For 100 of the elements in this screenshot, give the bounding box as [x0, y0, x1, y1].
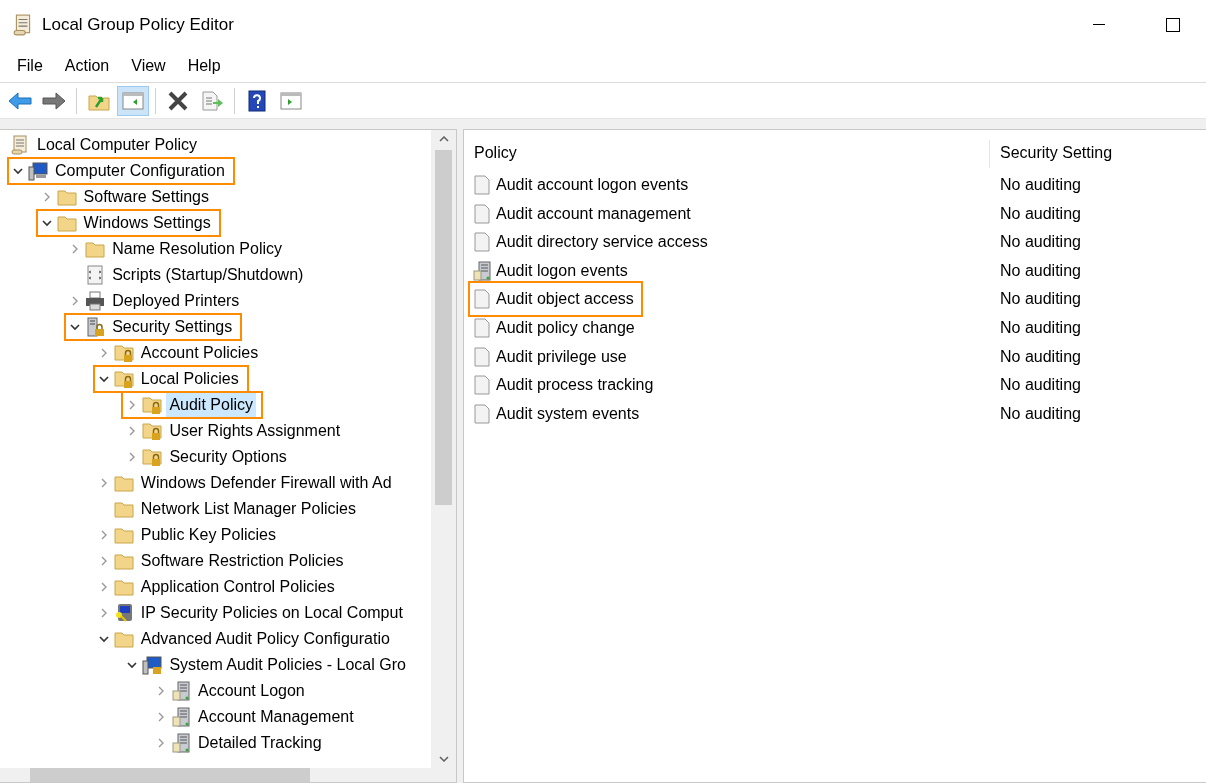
policy-name[interactable]: Audit system events — [496, 404, 640, 423]
collapse-chevron-icon[interactable] — [41, 219, 52, 227]
security-setting: No auditing — [999, 404, 1082, 423]
back-arrow-icon — [8, 90, 32, 111]
binary-document-icon — [472, 232, 492, 253]
maximize-icon[interactable] — [1166, 18, 1180, 32]
menu-item[interactable]: File — [6, 57, 54, 75]
security-setting: No auditing — [999, 290, 1082, 309]
help-icon — [247, 89, 267, 112]
security-server-icon — [85, 317, 106, 337]
expand-chevron-icon[interactable] — [100, 582, 107, 592]
security-setting: No auditing — [999, 347, 1082, 366]
expand-chevron-icon[interactable] — [72, 296, 79, 306]
expand-chevron-icon[interactable] — [129, 400, 136, 410]
expand-chevron-icon[interactable] — [158, 712, 164, 722]
tree-item[interactable]: Software Settings — [80, 185, 212, 209]
tree-item[interactable]: Name Resolution Policy — [109, 237, 286, 261]
expand-chevron-icon[interactable] — [100, 530, 107, 540]
forward-arrow-icon — [42, 90, 66, 111]
security-setting: No auditing — [999, 376, 1082, 395]
tree-item[interactable]: System Audit Policies - Local Gro — [166, 653, 409, 677]
server-icon — [171, 681, 191, 701]
folder-icon — [113, 525, 134, 545]
tree-item[interactable]: Deployed Printers — [109, 289, 243, 313]
tree-item[interactable]: Windows Settings — [80, 211, 214, 235]
policy-name[interactable]: Audit process tracking — [496, 376, 654, 395]
locked-folder-icon — [113, 343, 134, 363]
expand-chevron-icon[interactable] — [100, 556, 107, 566]
menu-item[interactable]: Action — [53, 57, 121, 75]
folder-icon — [85, 239, 106, 259]
show-tree-button[interactable] — [117, 85, 149, 116]
collapse-chevron-icon[interactable] — [13, 167, 23, 175]
folder-icon — [113, 473, 134, 493]
folder-icon — [113, 577, 134, 597]
policy-name[interactable]: Audit directory service access — [496, 233, 708, 252]
printer-icon — [85, 291, 106, 311]
show-tree-icon — [122, 90, 144, 111]
show-pane-icon — [280, 90, 302, 111]
computer-lock-icon — [142, 655, 163, 675]
folder-icon — [113, 499, 134, 519]
tree-item[interactable]: Account Policies — [137, 341, 262, 365]
collapse-chevron-icon[interactable] — [127, 661, 138, 669]
collapse-chevron-icon[interactable] — [70, 323, 81, 331]
menu-item[interactable]: View — [120, 57, 177, 75]
folder-icon — [56, 213, 77, 233]
collapse-chevron-icon[interactable] — [98, 635, 109, 643]
scroll-icon — [10, 135, 30, 155]
expand-chevron-icon[interactable] — [100, 478, 107, 488]
tree-item[interactable]: Network List Manager Policies — [137, 497, 359, 521]
tree-item[interactable]: Local Policies — [137, 367, 242, 391]
computer-key-icon — [113, 603, 134, 623]
tree-item[interactable]: Windows Defender Firewall with Ad — [137, 471, 395, 495]
binary-document-icon — [472, 375, 492, 396]
scroll-up-icon[interactable] — [438, 136, 449, 142]
tree-item[interactable]: IP Security Policies on Local Comput — [137, 601, 406, 625]
policy-name[interactable]: Audit account logon events — [496, 176, 689, 194]
tree-item[interactable]: Detailed Tracking — [195, 731, 325, 755]
policy-name[interactable]: Audit account management — [496, 204, 691, 223]
tree-item[interactable]: Audit Policy — [166, 393, 256, 417]
locked-folder-icon — [142, 421, 163, 441]
policy-name[interactable]: Audit logon events — [496, 261, 628, 280]
tree-item[interactable]: Account Management — [195, 705, 357, 729]
scroll-down-icon[interactable] — [438, 756, 449, 762]
expand-chevron-icon[interactable] — [43, 192, 50, 202]
expand-chevron-icon[interactable] — [100, 348, 107, 358]
tree-item[interactable]: Local Computer Policy — [34, 133, 201, 157]
tree-item[interactable]: Public Key Policies — [137, 523, 279, 547]
collapse-chevron-icon[interactable] — [98, 375, 109, 383]
security-setting: No auditing — [999, 261, 1082, 280]
scrollbar-thumb[interactable] — [435, 150, 452, 505]
expand-chevron-icon[interactable] — [129, 426, 136, 436]
security-setting: No auditing — [999, 204, 1082, 223]
tree-item[interactable]: Computer Configuration — [52, 159, 228, 183]
export-list-icon — [201, 90, 223, 111]
tree-item[interactable]: Account Logon — [195, 679, 308, 703]
column-header[interactable]: Security Setting — [989, 140, 1206, 168]
tree-item[interactable]: Security Options — [166, 445, 290, 469]
security-setting: No auditing — [999, 318, 1082, 337]
scrollbar-thumb[interactable] — [30, 768, 310, 782]
policy-name[interactable]: Audit privilege use — [496, 347, 627, 366]
locked-folder-icon — [142, 447, 163, 467]
folder-icon — [113, 629, 134, 649]
expand-chevron-icon[interactable] — [158, 686, 164, 696]
policy-name[interactable]: Audit policy change — [496, 318, 635, 337]
server-icon — [472, 260, 492, 281]
column-header[interactable]: Policy — [464, 140, 989, 168]
tree-item[interactable]: Advanced Audit Policy Configuratio — [137, 627, 393, 651]
expand-chevron-icon[interactable] — [72, 244, 79, 254]
tree-item[interactable]: Scripts (Startup/Shutdown) — [109, 263, 307, 287]
expand-chevron-icon[interactable] — [100, 608, 107, 618]
script-icon — [85, 265, 106, 285]
tree-item[interactable]: Application Control Policies — [137, 575, 338, 599]
tree-item[interactable]: Security Settings — [109, 315, 236, 339]
expand-chevron-icon[interactable] — [129, 452, 136, 462]
menu-item[interactable]: Help — [176, 57, 232, 75]
minimize-icon[interactable] — [1093, 24, 1105, 26]
tree-item[interactable]: Software Restriction Policies — [137, 549, 347, 573]
expand-chevron-icon[interactable] — [158, 738, 164, 748]
tree-item[interactable]: User Rights Assignment — [166, 419, 344, 443]
policy-name[interactable]: Audit object access — [496, 290, 634, 309]
